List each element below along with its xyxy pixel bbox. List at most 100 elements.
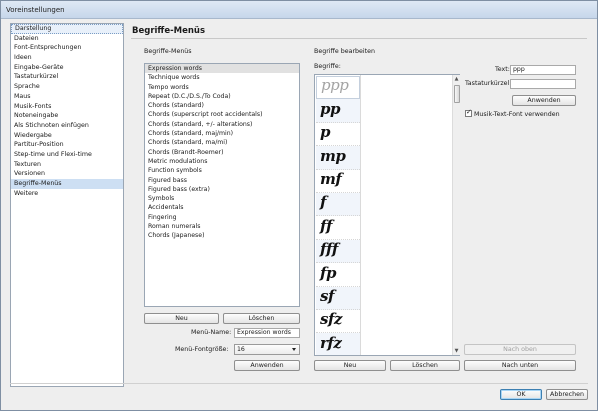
- menu-list-item[interactable]: Chords (standard, +/- alterations): [145, 120, 299, 129]
- shortcut-input[interactable]: [510, 79, 576, 89]
- menu-list-item[interactable]: Fingering: [145, 213, 299, 222]
- menu-list-item[interactable]: Repeat (D.C./D.S./To Coda): [145, 92, 299, 101]
- entry-list-item[interactable]: mf: [316, 170, 360, 193]
- entry-glyph: f: [320, 193, 326, 212]
- scroll-down-arrow-icon[interactable]: ▼: [453, 347, 460, 355]
- move-down-button[interactable]: Nach unten: [464, 360, 576, 371]
- nav-item[interactable]: Sprache: [11, 82, 123, 92]
- entries-scrollbar[interactable]: ▲ ▼: [452, 75, 460, 355]
- entry-list-item[interactable]: fp: [316, 263, 360, 287]
- menu-list-item[interactable]: Expression words: [145, 64, 299, 74]
- apply-entry-button[interactable]: Anwenden: [512, 95, 576, 106]
- cancel-button[interactable]: Abbrechen: [546, 389, 588, 400]
- entry-glyph: sfz: [320, 310, 342, 329]
- entry-glyph: p: [320, 123, 331, 142]
- entry-glyph: mf: [320, 169, 342, 188]
- nav-item[interactable]: Texturen: [11, 160, 123, 170]
- nav-item[interactable]: Noteneingabe: [11, 111, 123, 121]
- nav-item[interactable]: Dateien: [11, 34, 123, 44]
- entry-glyph: fp: [320, 263, 336, 282]
- menu-list-item[interactable]: Chords (standard): [145, 101, 299, 110]
- entry-glyph: ff: [320, 216, 332, 235]
- entry-glyph: ppp: [321, 76, 349, 95]
- preferences-window: Voreinstellungen Darstellung Dateien Font-…: [0, 0, 598, 411]
- entry-glyph: rfz: [320, 333, 342, 352]
- new-entry-button[interactable]: Neu: [314, 360, 386, 371]
- nav-item[interactable]: Darstellung: [11, 24, 123, 34]
- menu-list-item[interactable]: Symbols: [145, 194, 299, 203]
- nav-item[interactable]: Eingabe-Geräte: [11, 63, 123, 73]
- nav-item[interactable]: Partitur-Position: [11, 140, 123, 150]
- entry-glyph: pp: [320, 99, 340, 118]
- entry-list-item[interactable]: sf: [316, 286, 360, 310]
- entries-list[interactable]: ppppppmpmffffffffpsfsfzrfzm: [314, 74, 460, 356]
- menu-font-size-label: Menü-Fontgröße:: [175, 346, 229, 353]
- edit-panel-label: Begriffe bearbeiten: [314, 48, 376, 55]
- entry-list-item[interactable]: pp: [316, 99, 360, 123]
- entry-list-item[interactable]: ppp: [316, 76, 360, 100]
- entry-list-item[interactable]: rfz: [316, 333, 360, 355]
- entry-list-item[interactable]: fff: [316, 239, 360, 264]
- nav-item[interactable]: Begriffe-Menüs: [11, 179, 123, 189]
- entries-column-divider: [360, 75, 361, 355]
- checkmark-icon: ✓: [466, 107, 472, 116]
- text-input[interactable]: ppp: [510, 65, 576, 75]
- delete-menu-button[interactable]: Löschen: [223, 313, 300, 324]
- nav-item[interactable]: Als Stichnoten einfügen: [11, 121, 123, 131]
- menu-list-item[interactable]: Roman numerals: [145, 222, 299, 231]
- nav-item[interactable]: Wiedergabe: [11, 131, 123, 141]
- menu-name-label: Menü-Name:: [191, 329, 232, 336]
- menu-list-item[interactable]: Accidentals: [145, 203, 299, 212]
- menu-list-item[interactable]: Chords (Brandt-Roemer): [145, 148, 299, 157]
- menu-font-size-value: 16: [237, 346, 245, 353]
- category-list[interactable]: Darstellung Dateien Font-Entsprechungen Ide…: [10, 23, 124, 387]
- entry-list-item[interactable]: ff: [316, 216, 360, 240]
- text-label: Text:: [495, 66, 510, 73]
- menu-list-item[interactable]: Metric modulations: [145, 157, 299, 166]
- menu-list-item[interactable]: Chords (standard, maj/min): [145, 129, 299, 138]
- nav-item[interactable]: Maus: [11, 92, 123, 102]
- title-bar[interactable]: Voreinstellungen: [1, 1, 597, 19]
- page-title: Begriffe-Menüs: [132, 26, 205, 36]
- nav-item[interactable]: Tastaturkürzel: [11, 72, 123, 82]
- nav-item[interactable]: Weitere: [11, 189, 123, 199]
- music-font-option[interactable]: ✓ Musik-Text-Font verwenden: [465, 107, 560, 119]
- menu-list-item[interactable]: Chords (superscript root accidentals): [145, 110, 299, 119]
- entry-glyph: mp: [320, 146, 346, 165]
- scroll-up-arrow-icon[interactable]: ▲: [453, 75, 460, 83]
- entry-glyph: sf: [320, 286, 334, 305]
- entry-list-item[interactable]: f: [316, 193, 360, 217]
- nav-item[interactable]: Musik-Fonts: [11, 102, 123, 112]
- nav-item[interactable]: Versionen: [11, 169, 123, 179]
- shortcut-label: Tastaturkürzel:: [465, 80, 512, 87]
- menu-list-item[interactable]: Figured bass: [145, 176, 299, 185]
- scroll-thumb[interactable]: [454, 85, 460, 103]
- menu-list-item[interactable]: Chords (standard, ma/mi): [145, 138, 299, 147]
- window-title: Voreinstellungen: [6, 6, 65, 14]
- entry-glyph: fff: [320, 240, 338, 259]
- menu-list-item[interactable]: Chords (Japanese): [145, 231, 299, 240]
- nav-item[interactable]: Ideen: [11, 53, 123, 63]
- nav-item[interactable]: Step-time und Flexi-time: [11, 150, 123, 160]
- menu-name-input[interactable]: Expression words: [234, 328, 300, 338]
- entry-list-item[interactable]: p: [316, 123, 360, 147]
- menu-list-item[interactable]: Tempo words: [145, 83, 299, 92]
- menu-list-item[interactable]: Technique words: [145, 73, 299, 82]
- ok-button[interactable]: OK: [500, 389, 542, 400]
- move-up-button[interactable]: Nach oben: [464, 344, 576, 355]
- music-font-checkbox[interactable]: ✓: [465, 107, 472, 117]
- menu-list-item[interactable]: Function symbols: [145, 166, 299, 175]
- entry-list-item[interactable]: sfz: [316, 310, 360, 334]
- delete-entry-button[interactable]: Löschen: [390, 360, 460, 371]
- menu-list-item[interactable]: Figured bass (extra): [145, 185, 299, 194]
- entries-list-label: Begriffe:: [314, 63, 341, 70]
- entry-list-item[interactable]: mp: [316, 146, 360, 170]
- nav-item[interactable]: Font-Entsprechungen: [11, 43, 123, 53]
- apply-menu-button[interactable]: Anwenden: [234, 360, 300, 371]
- menus-list[interactable]: Expression words Technique words Tempo wor…: [144, 63, 300, 307]
- chevron-down-icon: [292, 348, 296, 351]
- page-title-divider: [131, 38, 587, 39]
- footer-divider: [10, 383, 588, 384]
- menu-font-size-select[interactable]: 16: [234, 344, 300, 355]
- new-menu-button[interactable]: Neu: [144, 313, 219, 324]
